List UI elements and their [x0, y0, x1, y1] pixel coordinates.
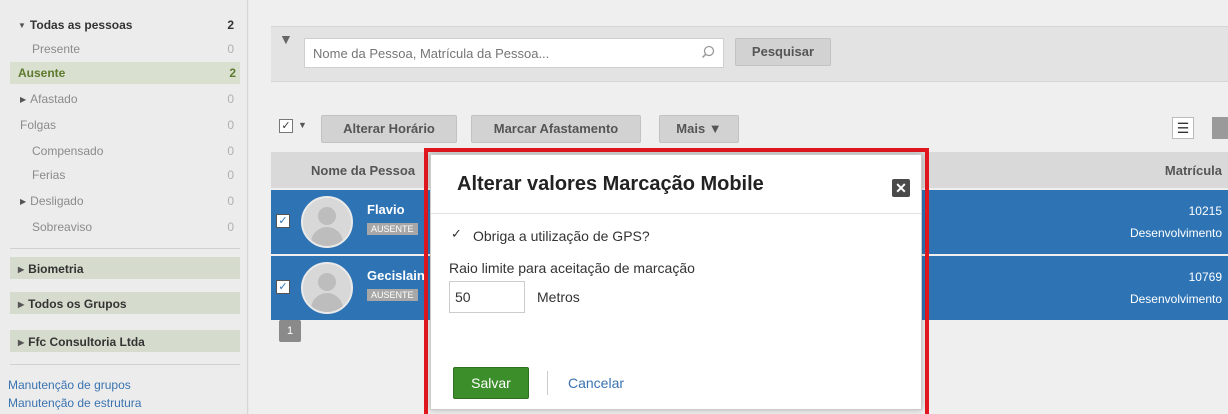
sidebar-group-label: Todos os Grupos: [28, 297, 127, 311]
cancel-button[interactable]: Cancelar: [568, 375, 624, 391]
sidebar-item-label: Ferias: [32, 168, 66, 182]
divider: [10, 248, 240, 249]
divider: [431, 213, 921, 214]
chevron-down-icon[interactable]: ▼: [298, 120, 307, 130]
save-button[interactable]: Salvar: [453, 367, 529, 399]
departamento: Desenvolvimento: [1129, 292, 1222, 306]
sidebar-item-count: 0: [227, 194, 234, 208]
sidebar-item-label: Todas as pessoas: [29, 18, 133, 32]
search-bar: ▼ Pesquisar: [271, 26, 1228, 82]
raio-label: Raio limite para aceitação de marcação: [449, 260, 695, 276]
sidebar-item-afastado[interactable]: ▶ Afastado 0: [0, 88, 248, 110]
sidebar-item-count: 0: [227, 168, 234, 182]
caret-down-icon: ▼: [18, 21, 26, 30]
row-checkbox[interactable]: ✓: [276, 280, 290, 294]
sidebar-item-todas-as-pessoas[interactable]: ▼ Todas as pessoas 2: [0, 14, 248, 36]
sidebar: ▼ Todas as pessoas 2 Presente 0 Ausente 2…: [0, 0, 248, 414]
sidebar-item-compensado[interactable]: Compensado 0: [0, 140, 248, 162]
search-input[interactable]: [304, 38, 724, 68]
status-badge: AUSENTE: [367, 289, 418, 301]
sidebar-group-biometria[interactable]: ▶ Biometria: [10, 257, 240, 279]
divider: [10, 364, 240, 365]
mais-button[interactable]: Mais ▼: [659, 115, 739, 143]
row-checkbox[interactable]: ✓: [276, 214, 290, 228]
modal-title: Alterar valores Marcação Mobile: [457, 173, 764, 195]
caret-right-icon: ▶: [20, 197, 27, 206]
raio-unit: Metros: [537, 289, 580, 305]
sidebar-item-sobreaviso[interactable]: Sobreaviso 0: [0, 216, 248, 238]
gps-checkbox-label[interactable]: Obriga a utilização de GPS?: [473, 228, 650, 244]
status-badge: AUSENTE: [367, 223, 418, 235]
column-header-matricula[interactable]: Matrícula: [1165, 163, 1222, 178]
avatar: [301, 196, 353, 248]
sidebar-item-label: Compensado: [32, 144, 104, 158]
column-header-nome[interactable]: Nome da Pessoa: [311, 163, 415, 178]
avatar: [301, 262, 353, 314]
caret-right-icon: ▶: [18, 265, 25, 274]
sidebar-item-label: Ausente: [18, 66, 66, 80]
sidebar-group-label: Biometria: [28, 262, 84, 276]
gps-checkbox[interactable]: ✓: [451, 227, 465, 241]
caret-right-icon: ▶: [20, 95, 27, 104]
raio-input[interactable]: [449, 281, 525, 313]
grid-view-icon[interactable]: [1212, 117, 1228, 139]
sidebar-item-desligado[interactable]: ▶ Desligado 0: [0, 190, 248, 212]
pagination-page[interactable]: 1: [279, 320, 301, 342]
sidebar-item-label: Afastado: [30, 92, 78, 106]
sidebar-item-count: 0: [227, 42, 234, 56]
sidebar-item-presente[interactable]: Presente 0: [0, 38, 248, 60]
list-view-icon[interactable]: ☰: [1172, 117, 1194, 139]
departamento: Desenvolvimento: [1129, 226, 1222, 240]
sidebar-item-count: 0: [227, 92, 234, 106]
sidebar-group-label: Ffc Consultoria Ltda: [28, 335, 145, 349]
divider: [547, 371, 548, 395]
search-button[interactable]: Pesquisar: [735, 38, 831, 66]
sidebar-group-todos-os-grupos[interactable]: ▶ Todos os Grupos: [10, 292, 240, 314]
alterar-horario-button[interactable]: Alterar Horário: [321, 115, 457, 143]
marcar-afastamento-button[interactable]: Marcar Afastamento: [471, 115, 641, 143]
sidebar-item-count: 2: [227, 18, 234, 32]
search-icon[interactable]: [701, 45, 715, 59]
close-icon[interactable]: ✕: [892, 179, 910, 197]
link-manutencao-grupos[interactable]: Manutenção de grupos: [8, 378, 131, 392]
sidebar-item-count: 0: [227, 144, 234, 158]
caret-right-icon: ▶: [18, 338, 25, 347]
sidebar-item-count: 2: [229, 66, 236, 80]
select-all-checkbox[interactable]: ✓: [279, 119, 293, 133]
filter-icon[interactable]: ▼: [279, 31, 293, 47]
person-name[interactable]: Gecislain: [367, 268, 425, 283]
matricula: 10769: [1188, 270, 1222, 284]
sidebar-item-ausente[interactable]: Ausente 2: [10, 62, 240, 84]
matricula: 10215: [1188, 204, 1222, 218]
sidebar-item-count: 0: [227, 220, 234, 234]
caret-right-icon: ▶: [18, 300, 25, 309]
link-manutencao-estrutura[interactable]: Manutenção de estrutura: [8, 396, 141, 410]
sidebar-item-label: Sobreaviso: [32, 220, 93, 234]
person-name[interactable]: Flavio: [367, 202, 405, 217]
sidebar-item-folgas[interactable]: Folgas 0: [0, 114, 248, 136]
sidebar-item-label: Folgas: [20, 118, 57, 132]
sidebar-item-ferias[interactable]: Ferias 0: [0, 164, 248, 186]
modal-dialog: Alterar valores Marcação Mobile ✕ ✓ Obri…: [430, 154, 922, 410]
sidebar-item-count: 0: [227, 118, 234, 132]
sidebar-item-label: Presente: [32, 42, 81, 56]
sidebar-item-label: Desligado: [30, 194, 84, 208]
sidebar-group-ffc-consultoria[interactable]: ▶ Ffc Consultoria Ltda: [10, 330, 240, 352]
